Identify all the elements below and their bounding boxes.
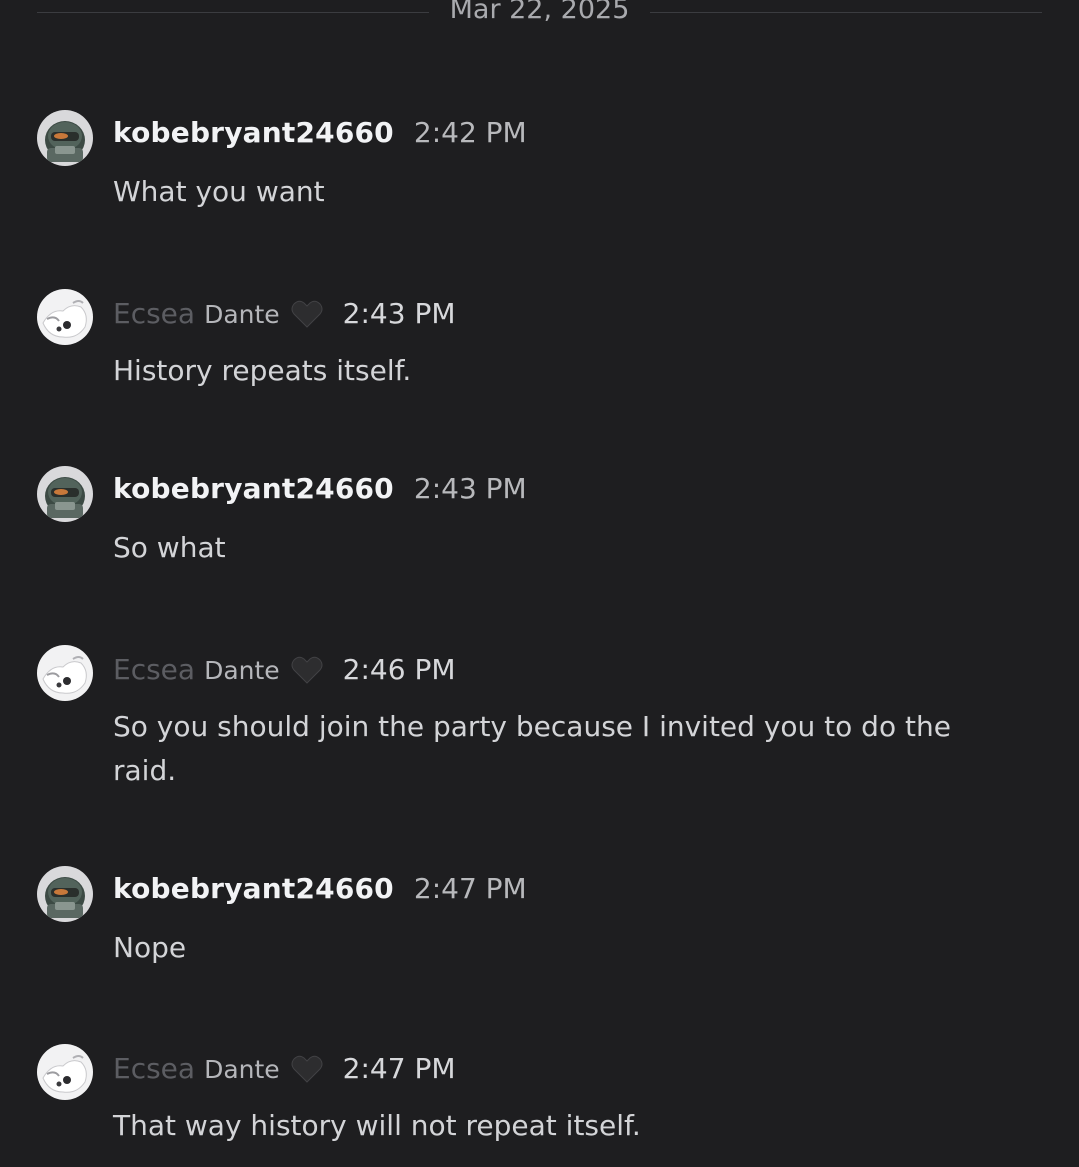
masked-soldier-avatar[interactable] [37, 110, 93, 166]
author-username[interactable]: kobebryant24660 [113, 472, 394, 505]
white-creature-avatar[interactable] [37, 1044, 93, 1100]
white-creature-avatar[interactable] [37, 645, 93, 701]
message-header: Ecsea Dante 2:43 PM [113, 295, 456, 331]
message-header: kobebryant24660 2:43 PM [113, 472, 527, 508]
author-display-name-suffix[interactable]: Dante [204, 656, 280, 685]
author-display-name[interactable]: Ecsea [113, 653, 195, 686]
author-display-name-suffix[interactable]: Dante [204, 1055, 280, 1084]
message-timestamp[interactable]: 2:43 PM [343, 297, 456, 330]
message-header: Ecsea Dante 2:46 PM [113, 651, 456, 687]
author-username[interactable]: kobebryant24660 [113, 872, 394, 905]
message-timestamp[interactable]: 2:43 PM [414, 472, 527, 505]
date-label: Mar 22, 2025 [449, 0, 630, 25]
white-creature-avatar[interactable] [37, 289, 93, 345]
author-display-name[interactable]: Ecsea [113, 1052, 195, 1085]
black-heart-icon [291, 656, 323, 684]
message-header: kobebryant24660 2:47 PM [113, 872, 527, 908]
message-content: That way history will not repeat itself. [113, 1109, 641, 1142]
message-timestamp[interactable]: 2:47 PM [414, 872, 527, 905]
black-heart-icon [291, 1055, 323, 1083]
message-timestamp[interactable]: 2:47 PM [343, 1052, 456, 1085]
message-content: What you want [113, 175, 325, 208]
divider-line-left [37, 12, 429, 13]
author-display-name[interactable]: Ecsea [113, 297, 195, 330]
message-content: History repeats itself. [113, 354, 412, 387]
message-timestamp[interactable]: 2:46 PM [343, 653, 456, 686]
date-divider: Mar 22, 2025 [37, 0, 1042, 30]
masked-soldier-avatar[interactable] [37, 866, 93, 922]
message-timestamp[interactable]: 2:42 PM [414, 116, 527, 149]
message-header: kobebryant24660 2:42 PM [113, 116, 527, 152]
author-display-name-suffix[interactable]: Dante [204, 300, 280, 329]
message-content: Nope [113, 931, 187, 964]
message-content: So you should join the party because I i… [113, 710, 951, 787]
message-header: Ecsea Dante 2:47 PM [113, 1050, 456, 1086]
black-heart-icon [291, 300, 323, 328]
message-content: So what [113, 531, 226, 564]
masked-soldier-avatar[interactable] [37, 466, 93, 522]
author-username[interactable]: kobebryant24660 [113, 116, 394, 149]
divider-line-right [650, 12, 1042, 13]
